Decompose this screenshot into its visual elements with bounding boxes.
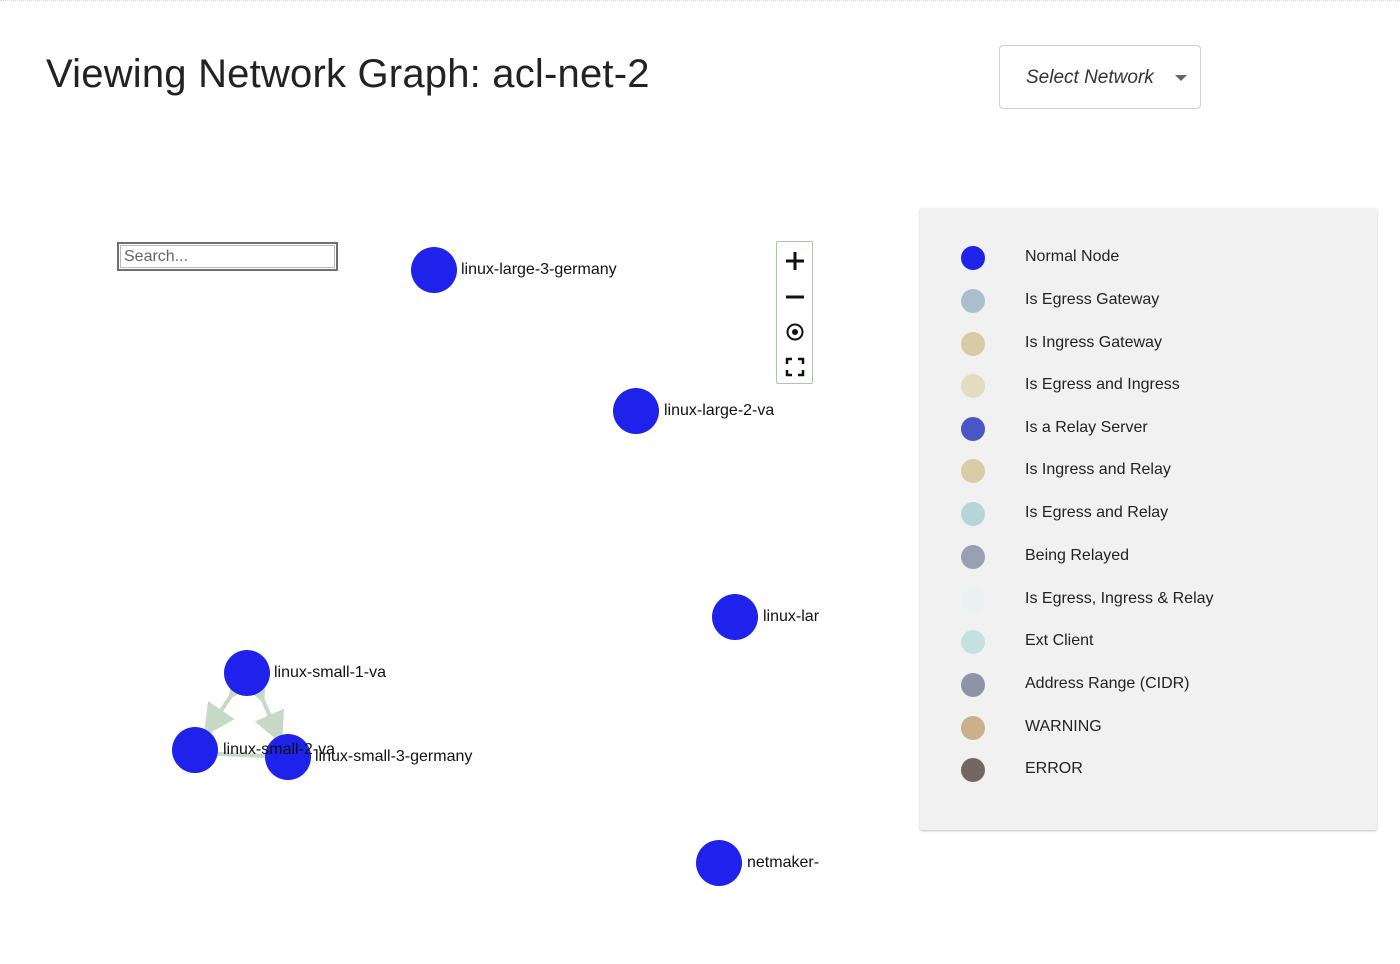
legend-label: Is Ingress Gateway (1025, 334, 1162, 351)
legend-item: Is Egress and Ingress (920, 371, 1377, 401)
legend-item: Is Egress, Ingress & Relay (920, 585, 1377, 615)
graph-node[interactable] (224, 650, 270, 696)
graph-node[interactable] (712, 594, 758, 640)
graph-edge (236, 667, 285, 745)
legend-panel: Normal Node Is Egress Gateway Is Ingress… (920, 208, 1377, 830)
graph-node-label: linux-small-2-va (223, 741, 336, 758)
legend-label: Is Egress, Ingress & Relay (1025, 590, 1214, 607)
graph-node-label: linux-large-2-va (664, 402, 775, 419)
graph-edge (203, 664, 260, 737)
legend-item: Being Relayed (920, 542, 1377, 572)
legend-swatch (961, 417, 985, 441)
minus-icon (785, 295, 804, 298)
graph-edges (203, 664, 285, 758)
legend-item: ERROR (920, 755, 1377, 785)
legend-label: Ext Client (1025, 632, 1094, 649)
zoom-in-button[interactable] (777, 243, 812, 278)
center-view-button[interactable] (777, 314, 812, 349)
graph-node-label: netmaker- (747, 854, 820, 871)
legend-item: Is Ingress Gateway (920, 329, 1377, 359)
target-icon (786, 323, 803, 340)
legend-swatch (961, 246, 985, 270)
legend-label: Is a Relay Server (1025, 419, 1148, 436)
legend-swatch (961, 758, 985, 782)
legend-item: Is Ingress and Relay (920, 456, 1377, 486)
fullscreen-button[interactable] (777, 349, 812, 384)
legend-label: WARNING (1025, 718, 1102, 735)
legend-item: Is Egress Gateway (920, 286, 1377, 316)
legend-label: Being Relayed (1025, 547, 1130, 564)
legend-label: Address Range (CIDR) (1025, 675, 1190, 692)
legend-swatch (961, 588, 985, 612)
network-graph-canvas[interactable]: linux-large-3-germany linux-large-2-va l… (0, 0, 830, 964)
graph-node-label: linux-small-1-va (274, 664, 387, 681)
legend-swatch (961, 630, 985, 654)
legend-item: WARNING (920, 713, 1377, 743)
legend-item: Is Egress and Relay (920, 499, 1377, 529)
legend-swatch (961, 502, 985, 526)
network-select-value: Select Network (1026, 67, 1154, 88)
legend-item: Address Range (CIDR) (920, 670, 1377, 700)
plus-icon (785, 251, 804, 270)
zoom-out-button[interactable] (777, 279, 812, 314)
legend-item: Normal Node (920, 243, 1377, 273)
legend-label: Is Egress and Ingress (1025, 376, 1180, 393)
graph-node-label: linux-large-3-germany (461, 261, 617, 278)
search-input[interactable] (117, 242, 338, 271)
chevron-down-icon (1175, 75, 1187, 81)
graph-node[interactable] (696, 840, 742, 886)
graph-node[interactable] (613, 388, 659, 434)
legend-swatch (961, 459, 985, 483)
network-select[interactable]: Select Network (999, 45, 1201, 109)
legend-swatch (961, 332, 985, 356)
legend-label: Is Egress and Relay (1025, 504, 1169, 521)
legend-label: Is Egress Gateway (1025, 291, 1160, 308)
legend-swatch (961, 289, 985, 313)
graph-node-label: linux-small-3-germany (315, 748, 473, 765)
fullscreen-icon (785, 357, 804, 376)
graph-node-label: linux-lar (763, 608, 820, 625)
graph-node[interactable] (172, 727, 218, 773)
legend-swatch (961, 673, 985, 697)
legend-swatch (961, 716, 985, 740)
legend-item: Ext Client (920, 627, 1377, 657)
legend-swatch (961, 545, 985, 569)
zoom-controls (776, 241, 813, 384)
graph-viewport: linux-large-3-germany linux-large-2-va l… (0, 0, 822, 964)
legend-item: Is a Relay Server (920, 414, 1377, 444)
legend-label: Is Ingress and Relay (1025, 461, 1171, 478)
legend-label: Normal Node (1025, 248, 1120, 265)
graph-node[interactable] (411, 247, 457, 293)
legend-label: ERROR (1025, 760, 1083, 777)
legend-swatch (961, 374, 985, 398)
